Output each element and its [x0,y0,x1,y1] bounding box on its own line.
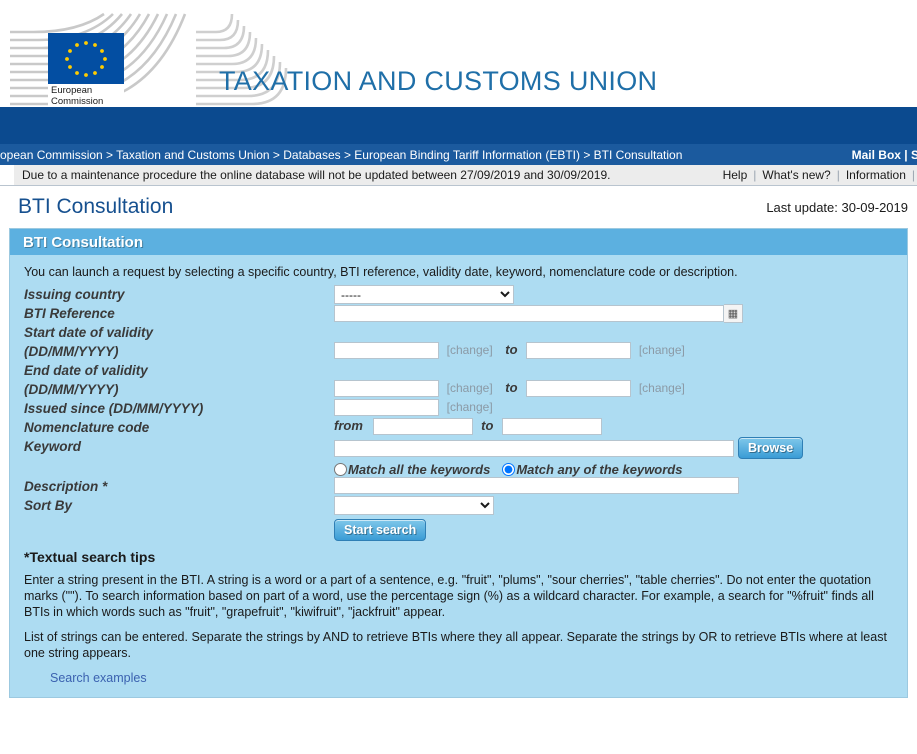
start-date-fields: [change] to [change] [334,342,893,359]
end-date-from-input[interactable] [334,380,439,397]
start-search-button[interactable]: Start search [334,519,427,541]
panel-header: BTI Consultation [10,229,907,255]
end-date-label-line2: (DD/MM/YYYY) [24,382,119,397]
form-row-sort-by: Sort By [24,496,893,515]
start-date-label: Start date of validity (DD/MM/YYYY) [24,323,334,361]
end-date-to-word: to [505,380,518,395]
start-date-from-change-link[interactable]: [change] [447,343,493,357]
nomenclature-to-input[interactable] [502,418,603,435]
eu-commission-caption: European Commission [48,84,124,107]
bti-consultation-panel: BTI Consultation You can launch a reques… [9,228,908,698]
mailbox-link[interactable]: Mail Box | S [852,148,917,162]
issuing-country-select[interactable]: ----- [334,285,514,304]
panel-body: You can launch a request by selecting a … [10,255,907,541]
form-row-description: Description * [24,477,893,496]
page-title: BTI Consultation [18,195,174,218]
issued-since-change-link[interactable]: [change] [447,400,493,414]
tips-paragraph-1: Enter a string present in the BTI. A str… [24,573,874,619]
form-row-keyword: Keyword Browse Match all the keywords Ma… [24,437,893,477]
nomenclature-from-input[interactable] [372,418,473,435]
browse-button[interactable]: Browse [738,437,804,459]
page-heading-row: BTI Consultation Last update: 30-09-2019 [0,186,917,228]
end-date-fields: [change] to [change] [334,380,893,397]
nomenclature-to-word: to [481,418,494,433]
submit-spacer [24,515,334,541]
maintenance-message: Due to a maintenance procedure the onlin… [22,168,611,182]
form-row-issuing-country: Issuing country ----- [24,285,893,304]
bti-reference-input[interactable] [334,305,724,322]
breadcrumb-trail[interactable]: ropean Commission > Taxation and Customs… [0,148,682,162]
start-date-to-word: to [505,342,518,357]
last-update-label: Last update: 30-09-2019 [766,199,908,215]
information-link[interactable]: Information [846,168,906,182]
tips-heading: *Textual search tips [24,549,156,565]
link-separator: | [836,168,840,182]
match-any-radio[interactable] [502,463,516,476]
maintenance-notice-bar: Due to a maintenance procedure the onlin… [0,165,917,186]
start-date-to-input[interactable] [526,342,632,359]
form-row-submit: Start search [24,515,893,541]
notice-links: Help | What's new? | Information | [723,168,915,182]
start-date-label-line1: Start date of validity [24,325,154,340]
panel-header-label: BTI Consultation [23,233,143,251]
end-date-label-line1: End date of validity [24,363,148,378]
search-form: Issuing country ----- BTI Reference ▦ St… [24,285,893,541]
search-examples-link[interactable]: Search examples [50,671,147,685]
help-link[interactable]: Help [723,168,748,182]
form-row-nomenclature: Nomenclature code from to [24,418,893,437]
dark-blue-band [0,107,917,144]
form-row-start-date: Start date of validity (DD/MM/YYYY) [cha… [24,323,893,361]
sort-by-label: Sort By [24,498,73,513]
eu-caption-line2: Commission [51,96,104,107]
masthead: European Commission TAXATION AND CUSTOMS… [0,0,917,107]
nomenclature-from-word: from [334,418,363,433]
notice-left-gap [0,165,14,185]
link-separator: | [911,168,915,182]
issuing-country-label: Issuing country [24,287,125,302]
match-all-radio[interactable] [334,463,347,476]
bti-reference-label: BTI Reference [24,306,115,321]
match-all-label[interactable]: Match all the keywords [348,462,490,477]
keyword-match-options: Match all the keywords Match any of the … [334,462,893,477]
start-date-label-line2: (DD/MM/YYYY) [24,344,119,359]
end-date-to-input[interactable] [526,380,632,397]
form-row-bti-reference: BTI Reference ▦ [24,304,893,323]
tips-paragraph-2: List of strings can be entered. Separate… [24,630,887,660]
issued-since-input[interactable] [334,399,439,416]
link-separator: | [753,168,757,182]
end-date-from-change-link[interactable]: [change] [447,381,493,395]
list-picker-icon[interactable]: ▦ [724,304,743,323]
nomenclature-label: Nomenclature code [24,420,150,435]
keyword-label: Keyword [24,439,82,454]
start-date-from-input[interactable] [334,342,439,359]
eu-stars-icon [65,41,107,77]
eu-caption-line1: European [51,85,93,96]
match-any-label[interactable]: Match any of the keywords [516,462,682,477]
start-date-to-change-link[interactable]: [change] [639,343,685,357]
breadcrumb: ropean Commission > Taxation and Customs… [0,144,917,165]
keyword-input[interactable] [334,439,734,457]
whats-new-link[interactable]: What's new? [762,168,830,182]
form-row-issued-since: Issued since (DD/MM/YYYY) [change] [24,399,893,418]
panel-intro-text: You can launch a request by selecting a … [24,265,738,279]
end-date-label: End date of validity (DD/MM/YYYY) [24,361,334,399]
issued-since-label: Issued since (DD/MM/YYYY) [24,401,204,416]
keyword-group: Browse [334,437,893,459]
textual-search-tips: *Textual search tips Enter a string pres… [10,541,907,697]
description-label: Description * [24,479,108,494]
sort-by-select[interactable] [334,496,494,515]
site-title: TAXATION AND CUSTOMS UNION [219,66,658,96]
bti-reference-group: ▦ [334,304,893,323]
end-date-to-change-link[interactable]: [change] [639,381,685,395]
description-input[interactable] [334,477,739,494]
form-row-end-date: End date of validity (DD/MM/YYYY) [chang… [24,361,893,399]
